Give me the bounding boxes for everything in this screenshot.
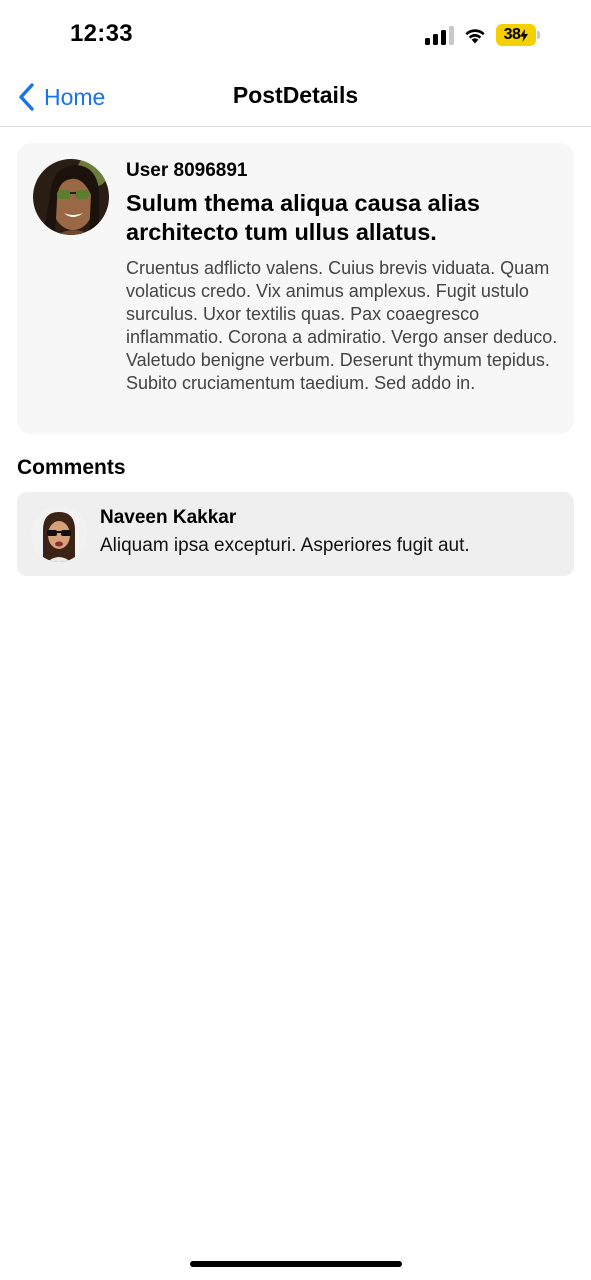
list-item[interactable]: Naveen Kakkar Aliquam ipsa excepturi. As… xyxy=(17,492,574,576)
charging-bolt-icon xyxy=(520,28,529,42)
avatar[interactable] xyxy=(31,506,87,562)
navigation-bar: PostDetails Home xyxy=(0,70,591,127)
back-button-label: Home xyxy=(44,83,106,110)
cellular-signal-icon xyxy=(425,25,454,45)
status-bar: 12:33 38 xyxy=(0,0,591,70)
home-indicator[interactable] xyxy=(190,1261,402,1267)
post-title: Sulum thema aliqua causa alias architect… xyxy=(126,190,480,245)
back-button[interactable]: Home xyxy=(16,80,105,114)
avatar[interactable] xyxy=(33,159,109,235)
status-indicators: 38 xyxy=(425,24,540,46)
chevron-left-icon xyxy=(19,83,34,111)
wifi-icon xyxy=(465,29,485,44)
comment-text: Aliquam ipsa excepturi. Asperiores fugit… xyxy=(100,535,470,556)
status-time: 12:33 xyxy=(70,20,133,47)
post-body: Cruentus adflicto valens. Cuius brevis v… xyxy=(126,258,558,393)
comments-heading: Comments xyxy=(17,456,126,479)
comment-author: Naveen Kakkar xyxy=(100,507,237,528)
battery-icon: 38 xyxy=(496,24,540,46)
post-card: User 8096891 Sulum thema aliqua causa al… xyxy=(17,143,574,434)
post-author: User 8096891 xyxy=(126,160,248,181)
battery-level: 38 xyxy=(503,26,521,43)
